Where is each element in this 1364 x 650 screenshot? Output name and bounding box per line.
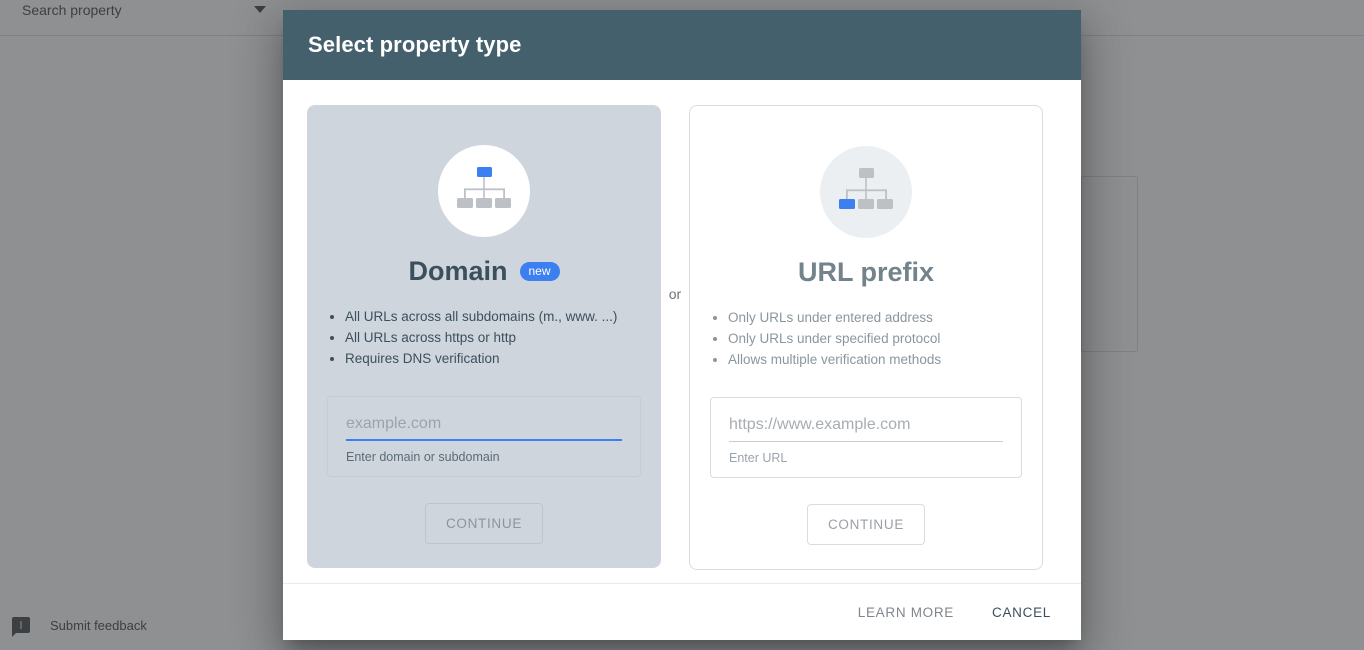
domain-continue-button[interactable]: CONTINUE [425,503,543,544]
url-prefix-hierarchy-icon [836,166,896,218]
domain-input-wrapper: Enter domain or subdomain [327,396,641,477]
dialog-header: Select property type [283,10,1081,80]
list-item: Allows multiple verification methods [728,350,941,371]
list-item: Requires DNS verification [345,349,617,370]
domain-feature-list: All URLs across all subdomains (m., www.… [327,307,617,369]
new-badge: new [520,262,560,281]
list-item: Only URLs under specified protocol [728,329,941,350]
domain-icon-circle [438,145,530,237]
domain-input[interactable] [346,415,622,441]
cancel-button[interactable]: CANCEL [976,595,1067,630]
domain-option-card[interactable]: Domain new All URLs across all subdomain… [307,105,661,568]
or-separator: or [661,105,689,583]
domain-input-helper: Enter domain or subdomain [346,450,622,464]
url-prefix-feature-list: Only URLs under entered address Only URL… [710,308,941,370]
dialog-footer: LEARN MORE CANCEL [283,583,1081,640]
select-property-type-dialog: Select property type Domain [283,10,1081,640]
domain-card-heading: Domain new [408,253,559,289]
dialog-title: Select property type [308,32,522,58]
url-prefix-icon-circle [820,146,912,238]
learn-more-button[interactable]: LEARN MORE [842,595,970,630]
url-prefix-card-heading: URL prefix [798,254,934,290]
list-item: All URLs across https or http [345,328,617,349]
url-prefix-input-helper: Enter URL [729,451,1003,465]
list-item: All URLs across all subdomains (m., www.… [345,307,617,328]
url-prefix-input[interactable] [729,416,1003,442]
url-prefix-card-title: URL prefix [798,257,934,288]
url-prefix-option-card[interactable]: URL prefix Only URLs under entered addre… [689,105,1043,570]
domain-card-title: Domain [408,256,507,287]
url-prefix-input-wrapper: Enter URL [710,397,1022,478]
list-item: Only URLs under entered address [728,308,941,329]
url-prefix-continue-button[interactable]: CONTINUE [807,504,925,545]
dialog-body: Domain new All URLs across all subdomain… [283,80,1081,583]
domain-hierarchy-icon [454,165,514,217]
